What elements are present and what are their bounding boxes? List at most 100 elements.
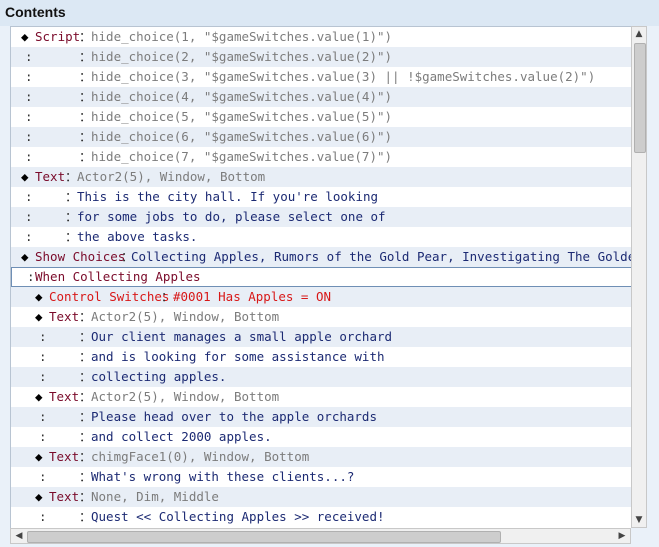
command-diamond-icon: ◆ <box>35 389 43 404</box>
dialogue-line: This is the city hall. If you're looking <box>77 189 379 204</box>
continuation-mark: : <box>25 209 33 224</box>
list-item[interactable]: ◆ Text ： Actor2(5), Window, Bottom <box>11 167 632 187</box>
scroll-right-arrow-icon[interactable]: ▶ <box>616 530 628 542</box>
horizontal-scroll-thumb[interactable] <box>27 531 501 543</box>
continuation-mark: : <box>39 509 47 524</box>
contents-title: Contents <box>5 4 66 20</box>
separator: ： <box>79 329 92 344</box>
list-item[interactable]: ◆ Text ： None, Dim, Middle <box>11 487 632 507</box>
separator: ： <box>79 309 92 324</box>
list-item[interactable]: : ： hide_choice(4, "$gameSwitches.value(… <box>11 87 632 107</box>
separator: ： <box>65 169 78 184</box>
list-item[interactable]: : ： hide_choice(6, "$gameSwitches.value(… <box>11 127 632 147</box>
command-param: hide_choice(7, "$gameSwitches.value(7)") <box>91 149 393 164</box>
list-item[interactable]: ◆ Text ： chimgFace1(0), Window, Bottom <box>11 447 632 467</box>
list-item[interactable]: : ： collecting apples. <box>11 367 632 387</box>
dialogue-line: and collect 2000 apples. <box>91 429 272 444</box>
list-item[interactable]: : ： Please head over to the apple orchar… <box>11 407 632 427</box>
command-name: Control Switches <box>49 289 170 304</box>
command-param: chimgFace1(0), Window, Bottom <box>91 449 310 464</box>
command-param: hide_choice(6, "$gameSwitches.value(6)") <box>91 129 393 144</box>
dialogue-line: the above tasks. <box>77 229 198 244</box>
separator: ： <box>79 29 92 44</box>
continuation-mark: : <box>39 329 47 344</box>
separator: ： <box>161 289 174 304</box>
separator: ： <box>79 469 92 484</box>
command-name: Text <box>49 309 80 324</box>
continuation-mark: : <box>39 349 47 364</box>
list-item[interactable]: : ： This is the city hall. If you're loo… <box>11 187 632 207</box>
list-item[interactable]: : ： hide_choice(3, "$gameSwitches.value(… <box>11 67 632 87</box>
command-diamond-icon: ◆ <box>35 449 43 464</box>
command-param: hide_choice(1, "$gameSwitches.value(1)") <box>91 29 393 44</box>
list-item[interactable]: ◆ Text ： Actor2(5), Window, Bottom <box>11 387 632 407</box>
continuation-mark: : <box>39 429 47 444</box>
command-name: Script <box>35 29 81 44</box>
list-item[interactable]: : ： Quest << Collecting Apples >> receiv… <box>11 507 632 527</box>
command-name: Text <box>49 489 80 504</box>
list-item[interactable]: : ： the above tasks. <box>11 227 632 247</box>
list-item[interactable]: ◆ Script ： hide_choice(1, "$gameSwitches… <box>11 27 632 47</box>
command-param: hide_choice(4, "$gameSwitches.value(4)") <box>91 89 393 104</box>
list-item[interactable]: : ： for some jobs to do, please select o… <box>11 207 632 227</box>
dialogue-line: collecting apples. <box>91 369 227 384</box>
dialogue-line: Please head over to the apple orchards <box>91 409 377 424</box>
dialogue-line: for some jobs to do, please select one o… <box>77 209 386 224</box>
command-diamond-icon: ◆ <box>35 289 43 304</box>
command-name: Text <box>35 169 66 184</box>
separator: ： <box>79 369 92 384</box>
list-item[interactable]: : ： What's wrong with these clients...? <box>11 467 632 487</box>
command-param: hide_choice(2, "$gameSwitches.value(2)") <box>91 49 393 64</box>
scroll-left-arrow-icon[interactable]: ◀ <box>13 530 25 542</box>
separator: ： <box>79 109 92 124</box>
command-diamond-icon: ◆ <box>21 169 29 184</box>
command-param: Actor2(5), Window, Bottom <box>77 169 266 184</box>
scrollbar-corner <box>631 528 647 544</box>
list-item[interactable]: : ： hide_choice(2, "$gameSwitches.value(… <box>11 47 632 67</box>
separator: ： <box>79 149 92 164</box>
continuation-mark: : <box>25 69 33 84</box>
separator: ： <box>65 209 78 224</box>
command-name: Text <box>49 389 80 404</box>
list-item[interactable]: : ： hide_choice(5, "$gameSwitches.value(… <box>11 107 632 127</box>
scroll-up-arrow-icon[interactable]: ▲ <box>633 28 645 40</box>
list-item[interactable]: ◆ Show Choices ： Collecting Apples, Rumo… <box>11 247 632 267</box>
continuation-mark: : <box>25 49 33 64</box>
command-diamond-icon: ◆ <box>35 309 43 324</box>
event-command-list[interactable]: ◆ Script ： hide_choice(1, "$gameSwitches… <box>10 26 633 530</box>
list-item[interactable]: ◆ Control Switches ： #0001 Has Apples = … <box>11 287 632 307</box>
list-item[interactable]: : ： hide_choice(7, "$gameSwitches.value(… <box>11 147 632 167</box>
continuation-mark: : <box>25 109 33 124</box>
branch-label: When Collecting Apples <box>35 269 201 284</box>
list-item-selected[interactable]: : When Collecting Apples <box>11 267 632 287</box>
list-item[interactable]: : ： and is looking for some assistance w… <box>11 347 632 367</box>
continuation-mark: : <box>25 229 33 244</box>
separator: ： <box>65 189 78 204</box>
command-param: hide_choice(5, "$gameSwitches.value(5)") <box>91 109 393 124</box>
vertical-scrollbar[interactable]: ▲ ▼ <box>631 26 647 528</box>
horizontal-scrollbar[interactable]: ◀ ▶ <box>10 528 631 544</box>
command-param: hide_choice(3, "$gameSwitches.value(3) |… <box>91 69 596 84</box>
command-param: Actor2(5), Window, Bottom <box>91 309 280 324</box>
dialogue-line: What's wrong with these clients...? <box>91 469 355 484</box>
contents-header: Contents <box>0 0 659 26</box>
continuation-mark: : <box>25 149 33 164</box>
separator: ： <box>79 509 92 524</box>
command-name: Show Choices <box>35 249 126 264</box>
continuation-mark: : <box>25 89 33 104</box>
continuation-mark: : <box>25 189 33 204</box>
separator: ： <box>79 429 92 444</box>
continuation-mark: : <box>27 269 35 284</box>
list-item[interactable]: : ： Our client manages a small apple orc… <box>11 327 632 347</box>
list-item[interactable]: ◆ Text ： Actor2(5), Window, Bottom <box>11 307 632 327</box>
command-name: Text <box>49 449 80 464</box>
continuation-mark: : <box>39 469 47 484</box>
list-item[interactable]: : ： and collect 2000 apples. <box>11 427 632 447</box>
continuation-mark: : <box>39 409 47 424</box>
separator: ： <box>79 409 92 424</box>
scroll-down-arrow-icon[interactable]: ▼ <box>633 514 645 526</box>
separator: ： <box>79 89 92 104</box>
separator: ： <box>79 69 92 84</box>
command-param: Actor2(5), Window, Bottom <box>91 389 280 404</box>
vertical-scroll-thumb[interactable] <box>634 43 646 153</box>
